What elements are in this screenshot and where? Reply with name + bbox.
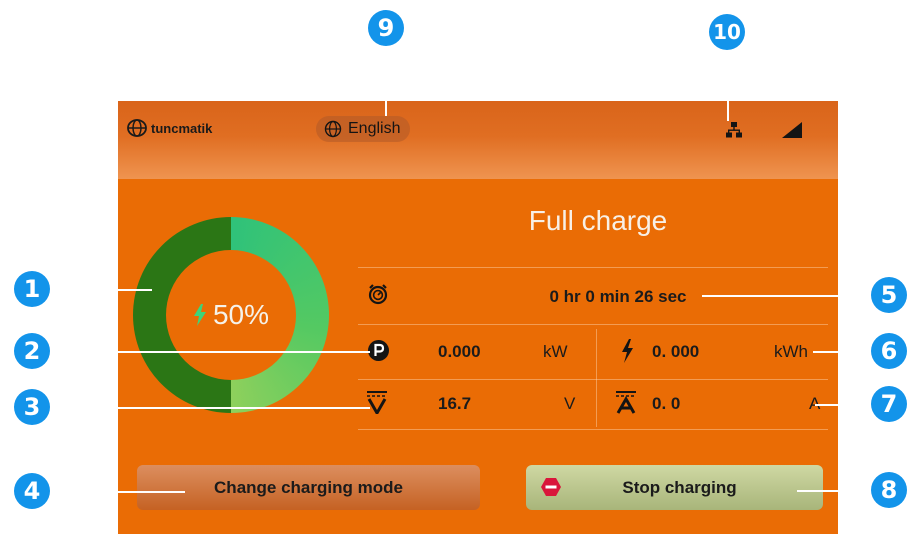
parking-power-icon [368, 340, 389, 361]
divider [358, 429, 828, 430]
charger-screen: tuncmatik English 50% Full charge 0 hr 0… [118, 101, 838, 534]
voltage-unit: V [564, 394, 576, 413]
callout-1: 1 [14, 271, 50, 307]
voltage-value: 16.7 [438, 394, 472, 413]
callout-2: 2 [14, 333, 50, 369]
top-bar: tuncmatik English [118, 101, 838, 179]
energy-value: 0. 000 [652, 342, 700, 361]
language-selector[interactable]: English [316, 116, 411, 142]
callout-line [385, 44, 387, 116]
energy-bolt-icon [622, 339, 633, 363]
globe-icon [324, 120, 342, 138]
divider [358, 324, 828, 325]
stop-charging-button[interactable]: Stop charging [526, 465, 823, 510]
energy-unit: kWh [774, 342, 808, 361]
callout-4: 4 [14, 473, 50, 509]
globe-logo-icon [127, 119, 147, 137]
callout-line [815, 404, 877, 406]
callout-3: 3 [14, 389, 50, 425]
elapsed-time: 0 hr 0 min 26 sec [549, 287, 687, 306]
ring-center: 50% [133, 217, 329, 413]
callout-line [50, 407, 370, 409]
callout-line [813, 351, 877, 353]
callout-9: 9 [368, 10, 404, 46]
callout-line [702, 295, 877, 297]
stop-charging-label: Stop charging [622, 478, 737, 497]
charging-mode-title: Full charge [528, 205, 668, 236]
brand-name: tuncmatik [151, 120, 213, 136]
charging-bolt-icon [193, 304, 206, 326]
change-charging-mode-button[interactable]: Change charging mode [137, 465, 480, 510]
callout-10: 10 [709, 14, 745, 50]
charge-progress-ring: 50% [133, 217, 329, 413]
callout-7: 7 [871, 386, 907, 422]
power-value: 0.000 [438, 342, 481, 361]
callout-line [797, 490, 877, 492]
network-icon [726, 122, 742, 138]
charge-percent: 50% [212, 299, 270, 330]
divider [358, 379, 828, 380]
brand-logo: tuncmatik [126, 118, 212, 138]
callout-line [50, 289, 152, 291]
current-value: 0. 0 [652, 394, 681, 413]
callout-8: 8 [871, 472, 907, 508]
callout-line [50, 351, 370, 353]
callout-5: 5 [871, 277, 907, 313]
change-mode-label: Change charging mode [214, 477, 403, 497]
callout-line [50, 491, 185, 493]
divider [596, 329, 597, 427]
voltage-icon [367, 391, 387, 414]
signal-strength-icon [782, 122, 802, 138]
callout-6: 6 [871, 333, 907, 369]
language-label: English [348, 120, 401, 137]
callout-line [727, 48, 729, 121]
current-icon [616, 391, 636, 414]
divider [358, 267, 828, 268]
power-unit: kW [543, 342, 568, 361]
